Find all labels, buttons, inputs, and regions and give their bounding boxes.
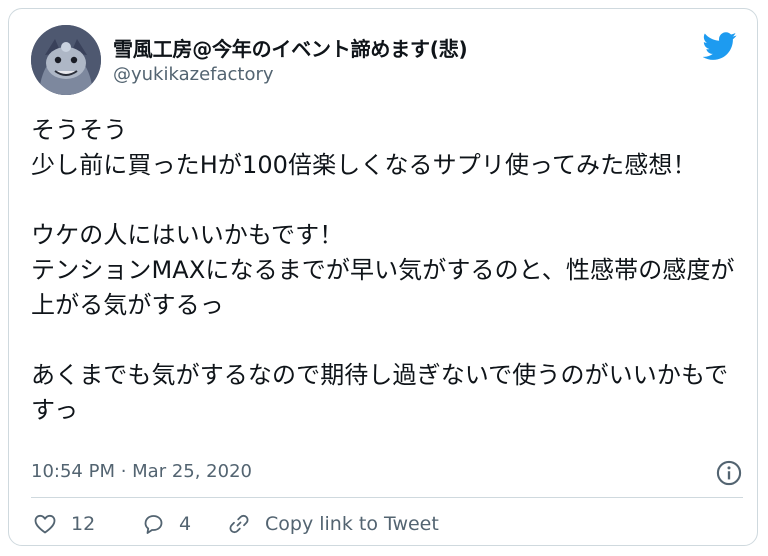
action-bar: 12 4 Copy link to Tweet: [31, 509, 743, 539]
copy-link-label: Copy link to Tweet: [265, 513, 439, 535]
link-icon: [229, 514, 249, 534]
reply-count: 4: [179, 513, 192, 535]
copy-link-button[interactable]: Copy link to Tweet: [227, 509, 439, 539]
divider: [31, 497, 743, 498]
reply-bubble-icon: [144, 515, 163, 534]
like-button[interactable]: 12: [33, 509, 95, 539]
twitter-bird-icon[interactable]: [703, 29, 737, 63]
avatar[interactable]: [31, 25, 101, 95]
like-count: 12: [71, 513, 96, 535]
timestamp[interactable]: 10:54 PM · Mar 25, 2020: [31, 461, 252, 482]
reply-button[interactable]: 4: [141, 509, 191, 539]
heart-icon: [34, 514, 56, 534]
tweet-card: 雪風工房@今年のイベント諦めます(悲) @yukikazefactory そうそ…: [8, 8, 758, 546]
info-icon[interactable]: [715, 459, 743, 487]
tweet-meta: 10:54 PM · Mar 25, 2020: [31, 459, 743, 489]
display-name[interactable]: 雪風工房@今年のイベント諦めます(悲): [113, 33, 468, 62]
user-handle[interactable]: @yukikazefactory: [113, 64, 274, 85]
tweet-text: そうそう 少し前に買ったHが100倍楽しくなるサプリ使ってみた感想！ ウケの人に…: [31, 116, 735, 424]
